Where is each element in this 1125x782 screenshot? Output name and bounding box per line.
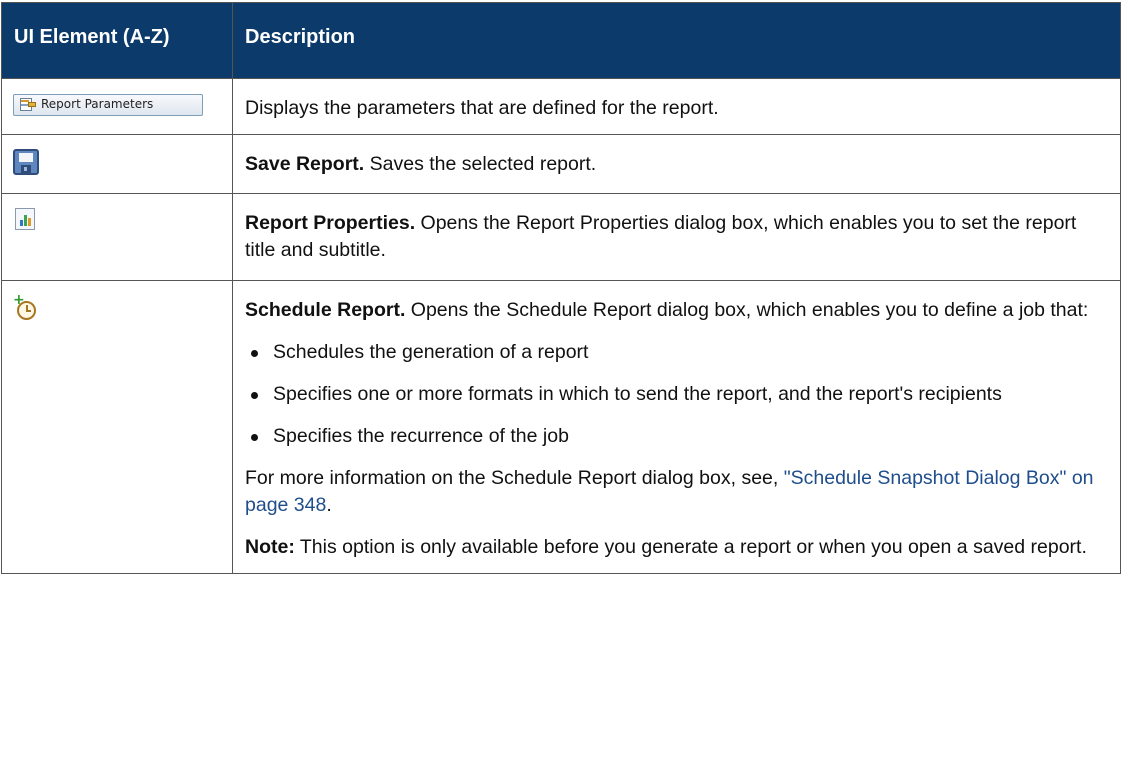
description-text: Report Properties. Opens the Report Prop… [245,210,1108,264]
element-cell: + [1,280,233,574]
report-parameters-icon [20,97,36,112]
note-label: Note: [245,536,295,558]
description-body: Saves the selected report. [364,153,597,175]
table-row: Save Report. Saves the selected report. [1,134,1121,194]
table-row: + Schedule Report. Opens the Schedule Re… [1,280,1121,574]
element-cell [1,134,233,194]
description-title: Schedule Report. [245,299,406,321]
table-row: Report Properties. Opens the Report Prop… [1,193,1121,281]
header-description: Description [232,2,1121,79]
table-row: Report Parameters Displays the parameter… [1,78,1121,135]
description-cell: Schedule Report. Opens the Schedule Repo… [232,280,1121,574]
report-parameters-button[interactable]: Report Parameters [13,93,203,116]
description-body: Opens the Schedule Report dialog box, wh… [405,299,1089,321]
description-text: Save Report. Saves the selected report. [245,151,1108,178]
list-item: Schedules the generation of a report [245,339,1108,366]
description-text: Displays the parameters that are defined… [245,97,719,119]
more-info-text: For more information on the Schedule Rep… [245,465,1108,519]
element-cell [1,193,233,281]
header-ui-element: UI Element (A-Z) [1,2,233,79]
list-item: Specifies one or more formats in which t… [245,381,1108,408]
schedule-report-icon[interactable]: + [13,293,39,321]
more-info-prefix: For more information on the Schedule Rep… [245,467,784,489]
table-header-row: UI Element (A-Z) Description [1,2,1121,79]
ui-elements-table: UI Element (A-Z) Description Report Para… [1,2,1121,574]
description-cell: Displays the parameters that are defined… [232,78,1121,135]
note-body: This option is only available before you… [294,536,1087,558]
more-info-suffix: . [326,494,332,516]
description-title: Save Report. [245,153,365,175]
bullet-list: Schedules the generation of a report Spe… [245,339,1108,450]
report-properties-icon[interactable] [15,208,35,230]
note-text: Note: This option is only available befo… [245,534,1108,561]
list-item: Specifies the recurrence of the job [245,423,1108,450]
description-title: Report Properties. [245,212,416,234]
description-text: Schedule Report. Opens the Schedule Repo… [245,297,1108,324]
description-cell: Save Report. Saves the selected report. [232,134,1121,194]
description-cell: Report Properties. Opens the Report Prop… [232,193,1121,281]
report-parameters-label: Report Parameters [41,97,154,111]
element-cell: Report Parameters [1,78,233,135]
save-icon[interactable] [13,149,39,175]
